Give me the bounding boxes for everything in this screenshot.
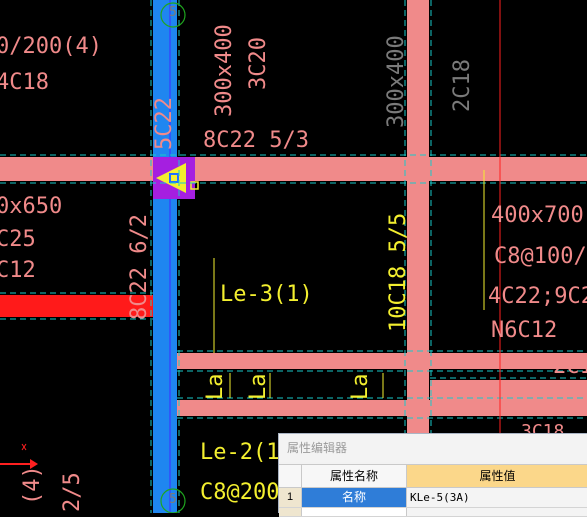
beam-horizontal-top	[0, 157, 587, 181]
property-editor-panel[interactable]: 属性编辑器 属性名称 属性值 1 名称 KLe-5(3A)	[278, 433, 587, 517]
label-right-2c1: 2C1	[553, 354, 587, 379]
row-value[interactable]: KLe-5(3A)	[407, 488, 587, 507]
label-la-1: La	[203, 373, 228, 401]
row-name[interactable]: 名称	[302, 488, 407, 507]
label-gray-beam-size: 300x400	[384, 35, 409, 128]
label-right-rebar: 4C22;9C2	[488, 284, 587, 309]
beam-horizontal-low	[177, 400, 587, 416]
label-gray-beam-rebar: 2C18	[450, 59, 475, 112]
label-col-8c22: 8C22 6/2	[127, 214, 152, 320]
label-col-5c22: 5C22	[152, 97, 177, 150]
label-la-3: La	[348, 373, 373, 401]
label-right-n: N6C12	[491, 318, 558, 343]
beam-horizontal-mid	[177, 353, 587, 369]
label-left-c25: C25	[0, 227, 36, 252]
label-10c18: 10C18 5/5	[386, 212, 411, 332]
axis-marker-top: 5	[169, 5, 177, 20]
row-index: 1	[279, 488, 302, 507]
label-left-size: 0x650	[0, 194, 63, 219]
label-la-2: La	[246, 373, 271, 401]
property-editor-title: 属性编辑器	[279, 434, 587, 462]
label-le2: Le-2(1	[200, 440, 280, 465]
label-top-left-span: 0/200(4)	[0, 34, 102, 59]
label-right-size: 400x700	[491, 203, 584, 228]
beam-vertical-blue	[153, 0, 177, 513]
property-row[interactable]: 1 名称 KLe-5(3A)	[279, 488, 587, 508]
label-bottom-left-25: 2/5	[60, 472, 85, 512]
beam-right-stub	[430, 380, 587, 400]
property-grid[interactable]: 属性名称 属性值 1 名称 KLe-5(3A)	[279, 464, 587, 517]
header-value: 属性值	[407, 465, 587, 487]
axis-marker-bottom: 5	[169, 492, 177, 507]
header-index-cell	[279, 465, 302, 487]
label-right-stirrup: C8@100/	[494, 244, 587, 269]
label-beam-top-rebar: 3C20	[246, 37, 271, 90]
label-c8: C8@200	[200, 480, 280, 505]
label-left-c12: C12	[0, 258, 36, 283]
header-name: 属性名称	[302, 465, 407, 487]
label-le3: Le-3(1)	[220, 282, 313, 307]
label-top-left-rebar: 4C18	[0, 70, 49, 95]
label-bottom-left-4: (4)	[20, 465, 45, 505]
label-beam-top-size: 300x400	[212, 24, 237, 117]
label-8c22: 8C22 5/3	[203, 128, 309, 153]
property-grid-header: 属性名称 属性值	[279, 464, 587, 488]
